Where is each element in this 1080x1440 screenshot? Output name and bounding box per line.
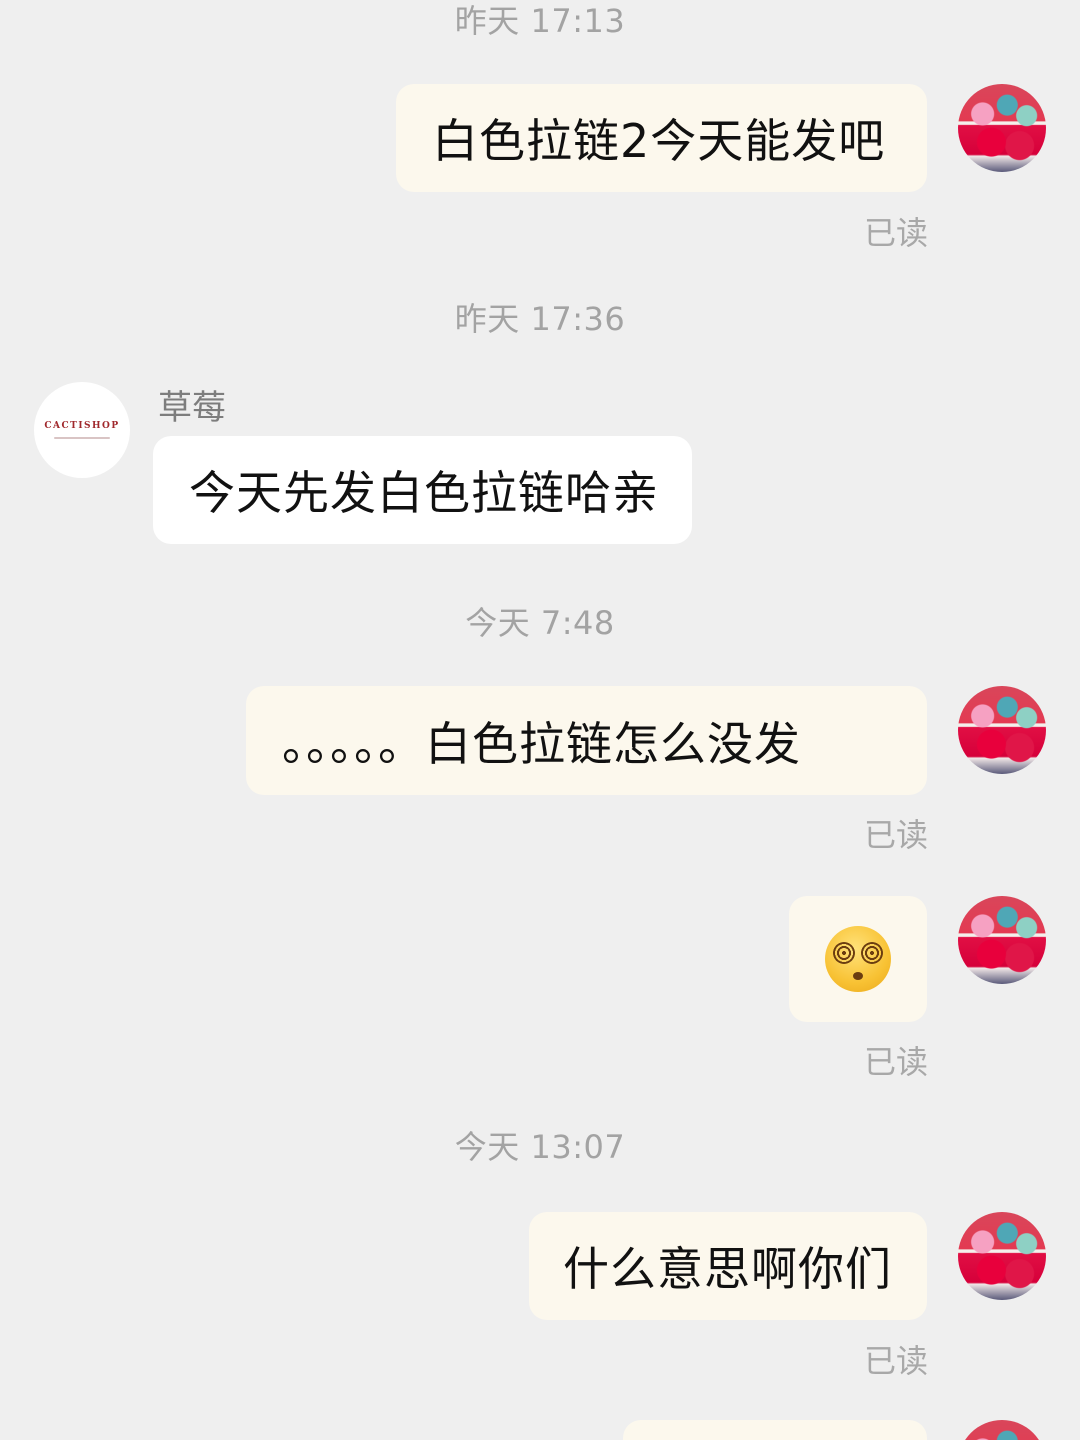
- my-message-bubble[interactable]: 什么意思啊你们: [529, 1212, 927, 1320]
- timestamp: 昨天 17:13: [454, 2, 626, 40]
- timestamp: 昨天 17:36: [454, 300, 626, 338]
- my-emoji-bubble[interactable]: [789, 896, 927, 1022]
- shop-avatar[interactable]: CACTISHOP: [34, 382, 130, 478]
- my-avatar[interactable]: [958, 686, 1046, 774]
- read-receipt: 已读: [863, 816, 928, 854]
- shop-logo-subline: [54, 437, 110, 439]
- my-avatar[interactable]: [958, 896, 1046, 984]
- read-receipt: 已读: [863, 1342, 928, 1380]
- my-avatar[interactable]: [958, 1420, 1046, 1440]
- shop-logo: CACTISHOP: [44, 421, 120, 431]
- chat-view[interactable]: 昨天 17:13 白色拉链2今天能发吧 已读 昨天 17:36 CACTISHO…: [0, 0, 1080, 1440]
- read-receipt: 已读: [863, 1043, 928, 1081]
- read-receipt: 已读: [863, 214, 928, 252]
- their-message-bubble[interactable]: 今天先发白色拉链哈亲: [153, 436, 692, 544]
- emoji-eye: [833, 942, 855, 964]
- my-message-bubble[interactable]: 。。。。。白色拉链怎么没发: [246, 686, 927, 795]
- timestamp: 今天 7:48: [465, 604, 615, 642]
- emoji-eye: [861, 942, 883, 964]
- dizzy-face-icon: [825, 926, 891, 992]
- my-message-bubble-partial[interactable]: [623, 1420, 927, 1440]
- my-avatar[interactable]: [958, 84, 1046, 172]
- sender-name: 草莓: [158, 388, 226, 428]
- my-avatar[interactable]: [958, 1212, 1046, 1300]
- my-message-bubble[interactable]: 白色拉链2今天能发吧: [396, 84, 927, 192]
- timestamp: 今天 13:07: [454, 1128, 626, 1166]
- emoji-mouth: [853, 972, 863, 980]
